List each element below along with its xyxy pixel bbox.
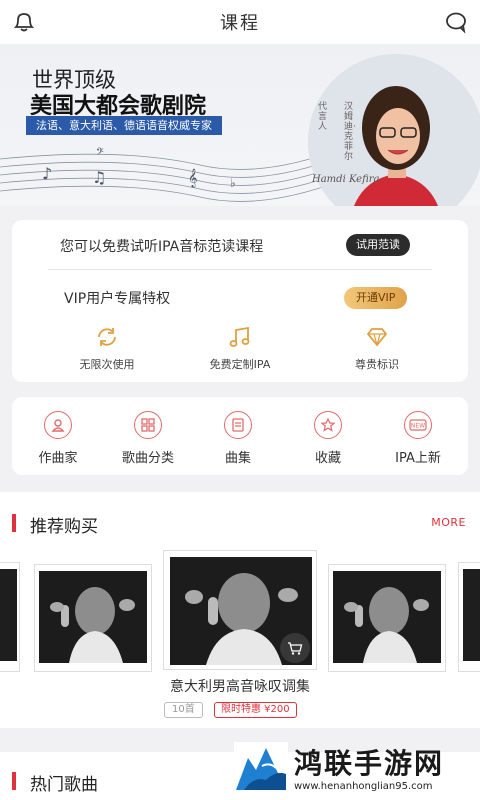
watermark-url: www.henanhonglian95.com (294, 781, 433, 792)
album-cover (463, 569, 480, 661)
vip-card: 您可以免费试听IPA音标范读课程 试用范读 VIP用户专属特权 开通VIP 无限… (12, 220, 468, 382)
vip-text: VIP用户专属特权 (64, 291, 171, 307)
category-label: 歌曲分类 (121, 451, 174, 466)
perk-label: 尊贵标识 (355, 358, 399, 371)
svg-text:♫: ♫ (92, 168, 106, 187)
banner-signature: Hamdi Kefira (312, 174, 380, 185)
banner-label-spokesperson: 代言人 (318, 102, 328, 132)
composer-icon (51, 419, 65, 432)
banner-label-name: 汉姆迪·克菲尔 (344, 102, 356, 162)
svg-text:NEW: NEW (411, 423, 425, 430)
refresh-icon (98, 328, 116, 346)
watermark-logo (234, 742, 288, 794)
promo-banner[interactable]: 世界顶级 美国大都会歌剧院 法语、意大利语、德语语音权威专家 ♪ ♫ 𝄢 𝄞 ♭ (0, 44, 480, 206)
top-bar: 课程 (0, 0, 480, 44)
star-icon (320, 417, 336, 432)
grid-icon (141, 418, 155, 432)
bell-icon[interactable] (10, 8, 38, 36)
category-composer[interactable]: 作曲家 (18, 411, 98, 466)
watermark: 鸿联手游网 www.henanhonglian95.com (232, 740, 480, 800)
perk-custom-ipa[interactable]: 免费定制IPA (185, 324, 295, 372)
category-song-types[interactable]: 歌曲分类 (108, 411, 188, 466)
album-card-left[interactable] (34, 564, 152, 672)
page-title: 课程 (220, 13, 260, 34)
trial-button[interactable]: 试用范读 (346, 234, 410, 256)
open-vip-button[interactable]: 开通VIP (344, 287, 408, 309)
svg-text:𝄞: 𝄞 (188, 168, 197, 188)
watermark-name: 鸿联手游网 (294, 747, 445, 780)
perk-label: 无限次使用 (79, 358, 135, 371)
divider (48, 269, 432, 270)
recommend-title: 推荐购买 (30, 517, 98, 537)
album-card-prev-edge[interactable] (0, 562, 20, 672)
section-marker (12, 772, 16, 790)
section-marker (12, 514, 16, 532)
chat-bubble-icon[interactable] (442, 8, 470, 36)
more-link[interactable]: MORE (431, 516, 466, 529)
price-tag: 限时特惠 ¥200 (214, 702, 297, 718)
album-card-next-edge[interactable] (458, 562, 480, 672)
music-note-icon (229, 326, 250, 347)
new-badge-icon: NEW (409, 419, 427, 431)
category-albums[interactable]: 曲集 (198, 411, 278, 466)
trial-text: 您可以免费试听IPA音标范读课程 (60, 239, 264, 255)
song-count-tag: 10首 (164, 702, 203, 718)
hot-songs-title: 热门歌曲 (30, 775, 98, 795)
music-staff-decoration: ♪ ♫ 𝄢 𝄞 ♭ (0, 146, 340, 202)
svg-text:𝄢: 𝄢 (96, 146, 104, 160)
category-label: 曲集 (224, 451, 251, 466)
album-cover (0, 569, 17, 661)
shopping-cart-icon (288, 642, 303, 655)
perk-unlimited[interactable]: 无限次使用 (52, 324, 162, 372)
album-icon (232, 418, 244, 432)
category-bar: 作曲家 歌曲分类 曲集 收藏 NEW IPA上新 (12, 397, 468, 475)
album-cover (39, 571, 147, 663)
svg-text:♭: ♭ (230, 176, 236, 190)
cart-button[interactable] (280, 633, 310, 663)
album-card-right[interactable] (328, 564, 446, 672)
category-ipa-new[interactable]: NEW IPA上新 (378, 411, 458, 466)
category-favorites[interactable]: 收藏 (288, 411, 368, 466)
category-label: IPA上新 (395, 451, 441, 466)
category-label: 作曲家 (38, 451, 78, 466)
diamond-icon (366, 328, 388, 347)
perk-badge[interactable]: 尊贵标识 (322, 324, 432, 372)
album-cover (333, 571, 441, 663)
album-card-featured[interactable] (163, 550, 317, 670)
recommend-section: 推荐购买 MORE 意大利男高音咏叹调集 10首 限时特惠 ¥200 (0, 492, 480, 728)
album-title[interactable]: 意大利男高音咏叹调集 (0, 676, 480, 696)
svg-text:♪: ♪ (42, 164, 52, 183)
category-label: 收藏 (314, 451, 341, 466)
banner-subtitle-strip: 法语、意大利语、德语语音权威专家 (26, 116, 222, 135)
perk-label: 免费定制IPA (209, 358, 271, 371)
